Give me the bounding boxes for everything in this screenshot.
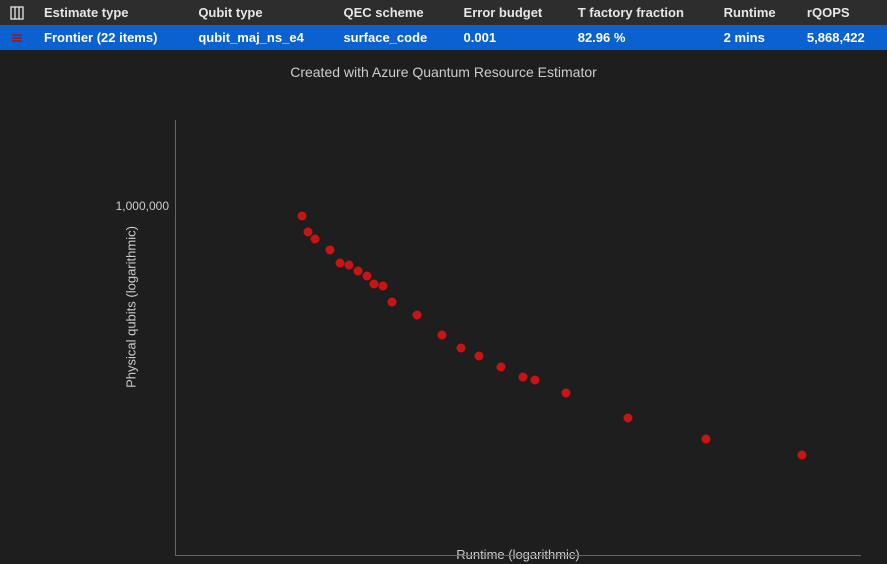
col-runtime[interactable]: Runtime <box>714 0 797 25</box>
cell-rqops: 5,868,422 <box>797 25 887 50</box>
cell-qubit-type: qubit_maj_ns_e4 <box>188 25 333 50</box>
table-row[interactable]: Frontier (22 items) qubit_maj_ns_e4 surf… <box>0 25 887 50</box>
data-point[interactable] <box>531 375 540 384</box>
data-point[interactable] <box>310 235 319 244</box>
app-root: Estimate type Qubit type QEC scheme Erro… <box>0 0 887 564</box>
table-header: Estimate type Qubit type QEC scheme Erro… <box>0 0 887 25</box>
results-table: Estimate type Qubit type QEC scheme Erro… <box>0 0 887 50</box>
data-point[interactable] <box>388 297 397 306</box>
y-axis-label: Physical qubits (logarithmic) <box>123 226 138 388</box>
data-point[interactable] <box>518 372 527 381</box>
cell-estimate-type: Frontier (22 items) <box>34 25 188 50</box>
cell-error-budget: 0.001 <box>454 25 568 50</box>
col-estimate-type[interactable]: Estimate type <box>34 0 188 25</box>
data-point[interactable] <box>378 282 387 291</box>
data-point[interactable] <box>496 362 505 371</box>
cell-t-factory-fraction: 82.96 % <box>568 25 714 50</box>
data-point[interactable] <box>326 245 335 254</box>
row-expand-toggle[interactable] <box>0 25 34 50</box>
data-point[interactable] <box>369 279 378 288</box>
data-point[interactable] <box>456 344 465 353</box>
cell-qec-scheme: surface_code <box>333 25 453 50</box>
chart-area: Created with Azure Quantum Resource Esti… <box>0 50 887 564</box>
data-point[interactable] <box>701 435 710 444</box>
y-tick: 1,000,000 <box>116 199 169 213</box>
collapse-icon <box>10 33 24 43</box>
data-point[interactable] <box>475 352 484 361</box>
data-point[interactable] <box>335 258 344 267</box>
col-t-factory-fraction[interactable]: T factory fraction <box>568 0 714 25</box>
columns-icon <box>10 6 24 20</box>
layout-toggle-header[interactable] <box>0 0 34 25</box>
data-point[interactable] <box>344 261 353 270</box>
data-point[interactable] <box>437 331 446 340</box>
data-point[interactable] <box>354 266 363 275</box>
col-qubit-type[interactable]: Qubit type <box>188 0 333 25</box>
col-rqops[interactable]: rQOPS <box>797 0 887 25</box>
data-point[interactable] <box>298 212 307 221</box>
data-point[interactable] <box>413 310 422 319</box>
data-point[interactable] <box>562 388 571 397</box>
col-qec-scheme[interactable]: QEC scheme <box>333 0 453 25</box>
data-point[interactable] <box>624 414 633 423</box>
plot-frame[interactable] <box>175 120 861 556</box>
data-point[interactable] <box>798 450 807 459</box>
col-error-budget[interactable]: Error budget <box>454 0 568 25</box>
cell-runtime: 2 mins <box>714 25 797 50</box>
chart-title: Created with Azure Quantum Resource Esti… <box>0 64 887 80</box>
